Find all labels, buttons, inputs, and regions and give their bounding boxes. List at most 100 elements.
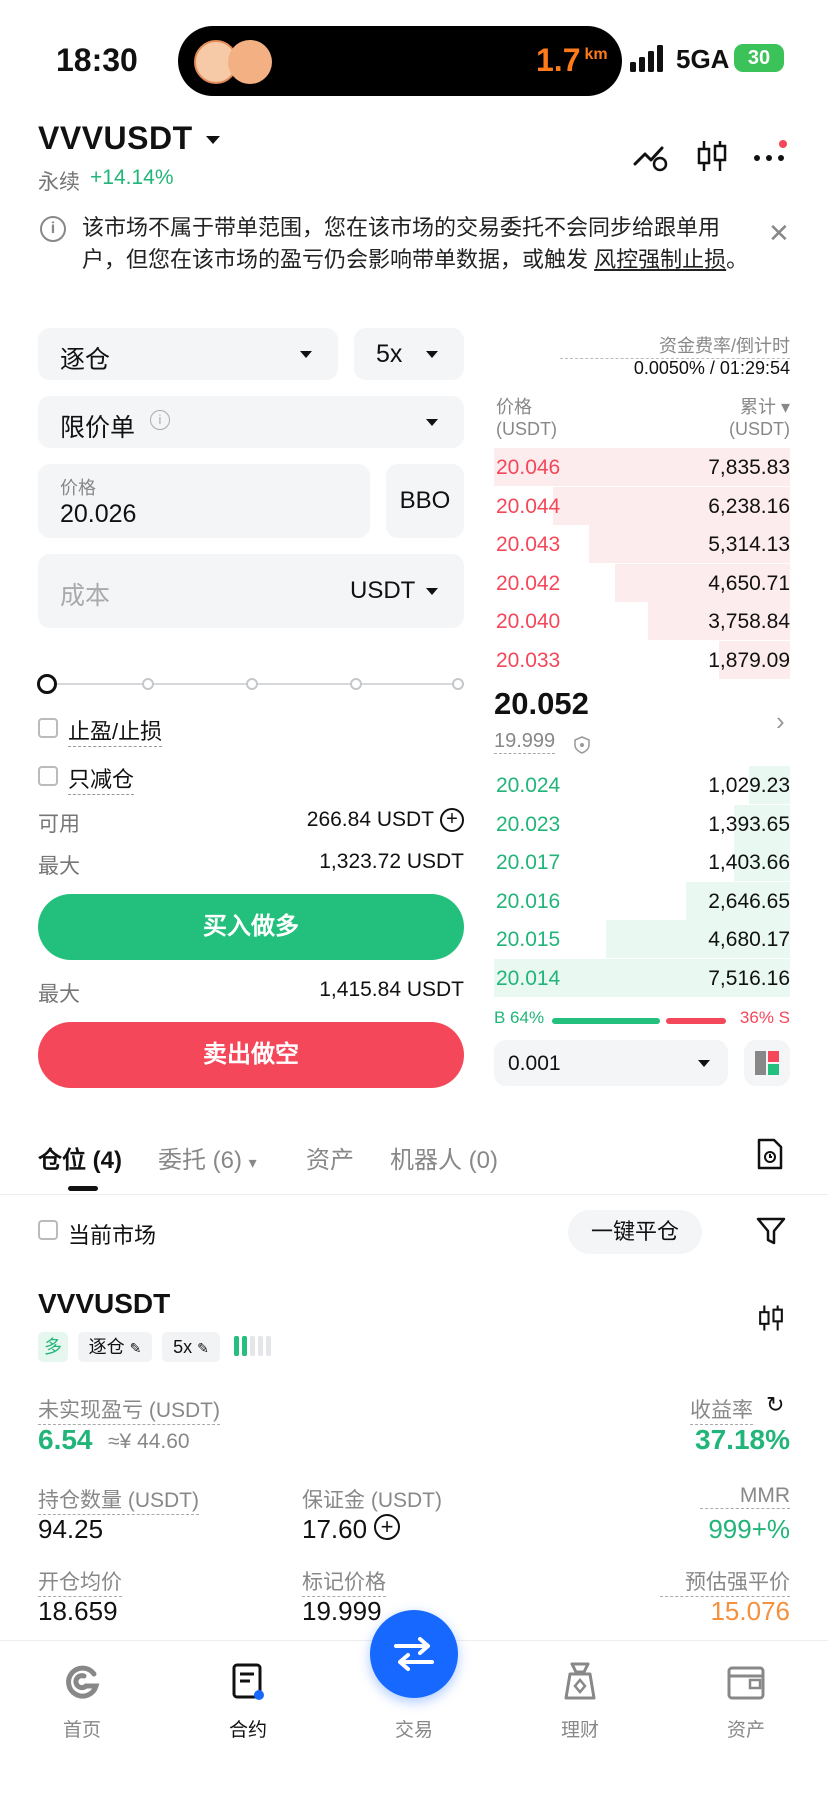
ask-row[interactable]: 20.046 7,835.83 (494, 448, 790, 486)
slider-stop-100[interactable] (452, 678, 464, 690)
margin-tag[interactable]: 逐仓 ✎ (78, 1332, 152, 1362)
precision-select[interactable]: 0.001 (494, 1040, 728, 1086)
tpsl-label[interactable]: 止盈/止损 (68, 714, 163, 747)
nav-trade[interactable]: 交易 (374, 1715, 454, 1742)
pair-title[interactable]: VVVUSDT (38, 120, 193, 157)
reduce-only-label[interactable]: 只减仓 (68, 762, 135, 795)
ask-price: 20.040 (496, 610, 561, 634)
tpsl-checkbox[interactable] (38, 718, 58, 738)
bid-row[interactable]: 20.023 1,393.65 (494, 804, 790, 843)
bid-row[interactable]: 20.015 4,680.17 (494, 920, 790, 959)
bid-row[interactable]: 20.014 7,516.16 (494, 959, 790, 997)
book-layout-icon (755, 1051, 779, 1075)
more-icon[interactable] (752, 138, 788, 174)
leverage-select[interactable]: 5x (354, 328, 464, 380)
pnl-cny: ≈¥ 44.60 (108, 1430, 190, 1453)
add-margin-icon[interactable]: + (374, 1514, 400, 1540)
current-market-label[interactable]: 当前市场 (68, 1218, 156, 1250)
finance-icon[interactable] (558, 1660, 602, 1704)
ask-total: 1,879.09 (708, 649, 790, 672)
price-header: 价格 (USDT) (496, 396, 557, 440)
ask-row[interactable]: 20.043 5,314.13 (494, 525, 790, 564)
available-value: 266.84 USDT (306, 808, 434, 831)
kline-icon[interactable] (694, 138, 730, 174)
order-type-select[interactable]: 限价单 i (38, 396, 464, 448)
tab-active-indicator (68, 1186, 98, 1191)
close-all-button[interactable]: 一键平仓 (568, 1210, 702, 1254)
assets-icon[interactable] (724, 1660, 768, 1704)
chevron-right-icon[interactable]: › (776, 706, 785, 737)
close-icon[interactable]: ✕ (768, 218, 790, 249)
cost-unit[interactable]: USDT (350, 577, 415, 605)
funding-value: 0.0050% / 01:29:54 (633, 358, 790, 378)
total-header-unit: (USDT) (729, 419, 790, 439)
distance-unit: km (584, 46, 608, 64)
leverage-tag[interactable]: 5x ✎ (162, 1332, 220, 1362)
info-icon[interactable]: i (150, 410, 170, 430)
refresh-icon[interactable]: ↻ (766, 1392, 784, 1418)
cost-input[interactable]: 成本 USDT (38, 554, 464, 628)
nav-finance[interactable]: 理财 (540, 1715, 620, 1742)
contract-icon[interactable] (226, 1660, 270, 1704)
ask-row[interactable]: 20.040 3,758.84 (494, 602, 790, 641)
tab-orders[interactable]: 委托 (6) ▾ (158, 1140, 257, 1175)
amount-slider-handle[interactable] (37, 674, 57, 694)
trade-fab[interactable] (370, 1610, 458, 1698)
margin-mode-select[interactable]: 逐仓 (38, 328, 338, 380)
nav-home[interactable]: 首页 (42, 1715, 122, 1742)
transfer-plus-icon[interactable]: + (440, 808, 464, 832)
price-header-label: 价格 (496, 397, 532, 417)
slider-stop-25[interactable] (142, 678, 154, 690)
risk-link[interactable]: 风控强制止损 (594, 247, 726, 272)
home-icon[interactable] (60, 1660, 104, 1704)
available-label: 可用 (38, 813, 80, 836)
precision-value: 0.001 (508, 1052, 561, 1075)
edit-icon: ✎ (129, 1340, 142, 1356)
current-market-checkbox[interactable] (38, 1220, 58, 1240)
price-input[interactable]: 价格 20.026 (38, 464, 370, 538)
margin-value: 17.60 (302, 1514, 368, 1544)
layout-toggle[interactable] (744, 1040, 790, 1086)
bbo-button[interactable]: BBO (386, 464, 464, 538)
mark-label: 标记价格 (302, 1566, 386, 1597)
price-alert-icon[interactable] (632, 138, 668, 174)
history-icon[interactable] (756, 1138, 784, 1170)
ask-row[interactable]: 20.033 1,879.09 (494, 641, 790, 679)
buy-long-button[interactable]: 买入做多 (38, 894, 464, 960)
chevron-down-icon (426, 588, 438, 595)
tab-positions[interactable]: 仓位 (4) (38, 1140, 122, 1175)
kline-icon[interactable] (756, 1302, 786, 1334)
size-label: 持仓数量 (USDT) (38, 1484, 199, 1515)
ask-total: 7,835.83 (708, 456, 790, 479)
bid-row[interactable]: 20.017 1,403.66 (494, 843, 790, 882)
ask-row[interactable]: 20.042 4,650.71 (494, 563, 790, 602)
margin-tag-label: 逐仓 (88, 1337, 125, 1357)
bid-row[interactable]: 20.024 1,029.23 (494, 766, 790, 804)
funding-label[interactable]: 资金费率/倒计时 (560, 332, 790, 359)
price-label: 价格 (60, 478, 96, 498)
pair-dropdown-icon[interactable] (206, 136, 220, 144)
slider-stop-50[interactable] (246, 678, 258, 690)
last-price: 20.052 (494, 686, 589, 721)
ask-row[interactable]: 20.044 6,238.16 (494, 486, 790, 525)
nav-contract[interactable]: 合约 (208, 1715, 288, 1742)
buy-ratio-bar (552, 1018, 660, 1024)
position-pair[interactable]: VVVUSDT (38, 1288, 170, 1320)
copy-trade-notice: 该市场不属于带单范围，您在该市场的交易委托不会同步给跟单用户，但您在该市场的盈亏… (82, 212, 752, 276)
bid-row[interactable]: 20.016 2,646.65 (494, 881, 790, 920)
filter-icon[interactable] (756, 1216, 786, 1246)
sell-short-button[interactable]: 卖出做空 (38, 1022, 464, 1088)
tab-assets[interactable]: 资产 (306, 1140, 354, 1175)
chevron-down-icon (698, 1060, 710, 1067)
tab-bots[interactable]: 机器人 (0) (390, 1140, 498, 1175)
size-value: 94.25 (38, 1514, 104, 1544)
nav-assets[interactable]: 资产 (706, 1715, 786, 1742)
total-header[interactable]: 累计 ▾ (USDT) (680, 396, 790, 440)
tab-orders-label: 委托 (6) (158, 1147, 242, 1174)
reduce-only-checkbox[interactable] (38, 766, 58, 786)
price-header-unit: (USDT) (496, 419, 557, 439)
roe-label[interactable]: 收益率 (690, 1394, 753, 1425)
slider-stop-75[interactable] (350, 678, 362, 690)
bid-total: 2,646.65 (708, 889, 790, 913)
distance-readout: 1.7 km (536, 42, 608, 79)
